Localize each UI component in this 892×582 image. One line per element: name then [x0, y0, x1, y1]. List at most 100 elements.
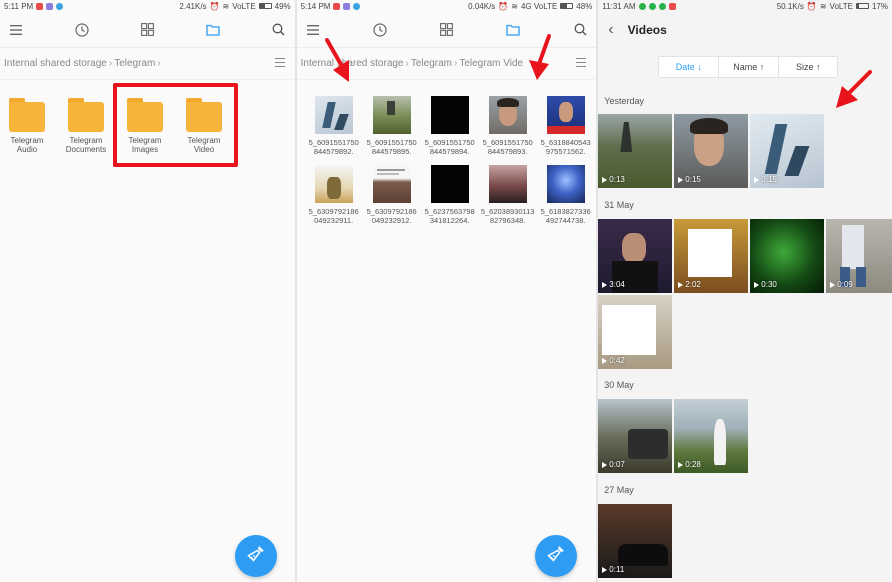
video-thumbnail[interactable]: 0:15 [750, 114, 825, 188]
video-row: 0:11 [598, 504, 673, 578]
status-time: 11:31 AM [602, 1, 636, 11]
comparison-stage: 5:11 PM 2.41K/s ⏰ ≋ VoLTE 49% Internal s… [0, 0, 892, 582]
chevron-right-icon: › [405, 58, 409, 69]
section-title: Yesterday [604, 96, 644, 106]
video-thumbnail[interactable]: 0:42 [598, 295, 673, 369]
section-title: 27 May [604, 485, 634, 495]
video-duration: 0:07 [602, 460, 625, 469]
image-file[interactable]: 5_6091551750844579894. [421, 96, 479, 156]
wifi-icon: ≋ [819, 1, 827, 11]
image-file[interactable]: 5_6318840543975571562. [537, 96, 595, 156]
sort-by-date-button[interactable]: Date ↓ [659, 57, 720, 77]
image-file[interactable]: 5_6091551750844579895. [363, 96, 421, 156]
battery-icon [855, 3, 869, 9]
file-name: 5_6183827336492744738. [540, 207, 591, 225]
video-duration: 2:02 [678, 280, 701, 289]
broom-icon [546, 544, 566, 569]
folder-tab-icon[interactable] [505, 22, 521, 38]
folder-tab-icon[interactable] [205, 22, 221, 38]
play-icon [678, 461, 684, 468]
image-file[interactable]: 5_6309792186049232911. [305, 165, 363, 225]
video-row: 3:04 2:02 0:30 0:09 [598, 219, 892, 293]
recent-clock-icon[interactable] [372, 22, 388, 38]
notification-icon [658, 2, 666, 10]
red-arrow-icon [528, 34, 551, 80]
video-thumbnail[interactable]: 3:04 [598, 219, 673, 293]
status-battery: 48% [576, 1, 593, 11]
status-battery: 49% [274, 1, 291, 11]
folder-telegram-documents[interactable]: Telegram Documents [66, 98, 106, 154]
video-duration: 3:04 [602, 280, 625, 289]
image-thumbnail [314, 96, 353, 134]
breadcrumb-item[interactable]: Telegram [114, 58, 155, 69]
image-file[interactable]: 5_6203893011382796348. [479, 165, 537, 225]
status-speed: 50.1K/s [776, 1, 804, 11]
status-speed: 0.04K/s [468, 1, 496, 11]
image-thumbnail [546, 96, 585, 134]
image-thumbnail [488, 165, 527, 203]
clean-fab-button[interactable] [534, 535, 577, 577]
file-name: 5_6203893011382796348. [480, 207, 535, 225]
alarm-icon: ⏰ [806, 1, 817, 11]
image-file[interactable]: 5_6091551750844579893. [479, 96, 537, 156]
video-thumbnail[interactable]: 0:28 [674, 399, 749, 473]
breadcrumb-item[interactable]: Telegram [411, 58, 452, 69]
status-bar: 5:14 PM 0.04K/s ⏰ ≋ 4G VoLTE 48% [297, 0, 597, 12]
video-duration: 0:09 [830, 280, 853, 289]
folder-icon [68, 98, 104, 132]
search-icon[interactable] [271, 22, 287, 38]
breadcrumb-item[interactable]: Telegram Vide [459, 58, 523, 69]
video-duration: 0:15 [754, 175, 777, 184]
menu-icon[interactable] [8, 22, 24, 38]
telegram-icon [56, 2, 64, 10]
section-title: 31 May [604, 200, 634, 210]
file-name: 5_6091551750844579892. [308, 138, 359, 156]
sort-by-name-button[interactable]: Name ↑ [719, 57, 780, 77]
video-thumbnail[interactable]: 0:30 [750, 219, 825, 293]
wifi-icon: ≋ [511, 1, 518, 11]
image-file[interactable]: 5_6183827336492744738. [537, 165, 595, 225]
video-thumbnail[interactable]: 2:02 [674, 219, 749, 293]
breadcrumb: Internal shared storage › Telegram › [0, 48, 295, 80]
categories-grid-icon[interactable] [438, 22, 454, 38]
search-icon[interactable] [572, 22, 588, 38]
status-network: VoLTE [829, 1, 853, 11]
video-thumbnail[interactable]: 0:11 [598, 504, 673, 578]
status-time: 5:11 PM [4, 1, 34, 11]
list-view-icon[interactable] [274, 57, 285, 70]
video-thumbnail[interactable]: 0:13 [598, 114, 673, 188]
back-arrow-icon[interactable]: ‹ [608, 21, 613, 39]
video-duration: 0:11 [602, 565, 624, 574]
folder-telegram-audio[interactable]: Telegram Audio [8, 98, 46, 154]
alarm-icon: ⏰ [498, 1, 509, 11]
image-file[interactable]: 5_6309792186049232912. [363, 165, 421, 225]
list-view-icon[interactable] [576, 57, 587, 70]
video-thumbnail[interactable]: 0:15 [674, 114, 749, 188]
image-file[interactable]: 5_6237563798341812264. [421, 165, 479, 225]
video-thumbnail[interactable]: 0:09 [826, 219, 892, 293]
status-bar: 11:31 AM 50.1K/s ⏰ ≋ VoLTE 17% [598, 0, 892, 12]
video-duration: 0:13 [602, 175, 625, 184]
play-icon [678, 176, 684, 183]
menu-icon[interactable] [305, 22, 321, 38]
recent-clock-icon[interactable] [74, 22, 90, 38]
highlight-box [113, 83, 238, 167]
broom-icon [246, 544, 266, 569]
wifi-icon: ≋ [222, 1, 230, 11]
image-thumbnail [430, 96, 469, 134]
clean-fab-button[interactable] [235, 535, 277, 577]
sort-bar: Date ↓ Name ↑ Size ↑ [658, 56, 839, 78]
file-manager-folders-screen: 5:11 PM 2.41K/s ⏰ ≋ VoLTE 49% Internal s… [0, 0, 295, 582]
videos-header: ‹ Videos [598, 12, 892, 48]
file-manager-images-screen: 5:14 PM 0.04K/s ⏰ ≋ 4G VoLTE 48% Interna… [296, 0, 597, 582]
video-thumbnail[interactable]: 0:07 [598, 399, 673, 473]
play-icon [754, 176, 760, 183]
notification-icon [46, 2, 54, 10]
image-file[interactable]: 5_6091551750844579892. [305, 96, 363, 156]
breadcrumb-item[interactable]: Internal shared storage [4, 58, 107, 69]
status-bar: 5:11 PM 2.41K/s ⏰ ≋ VoLTE 49% [0, 0, 295, 12]
categories-grid-icon[interactable] [139, 22, 155, 38]
toolbar [0, 12, 295, 48]
image-thumbnail [372, 165, 411, 203]
sort-by-size-button[interactable]: Size ↑ [779, 57, 837, 77]
